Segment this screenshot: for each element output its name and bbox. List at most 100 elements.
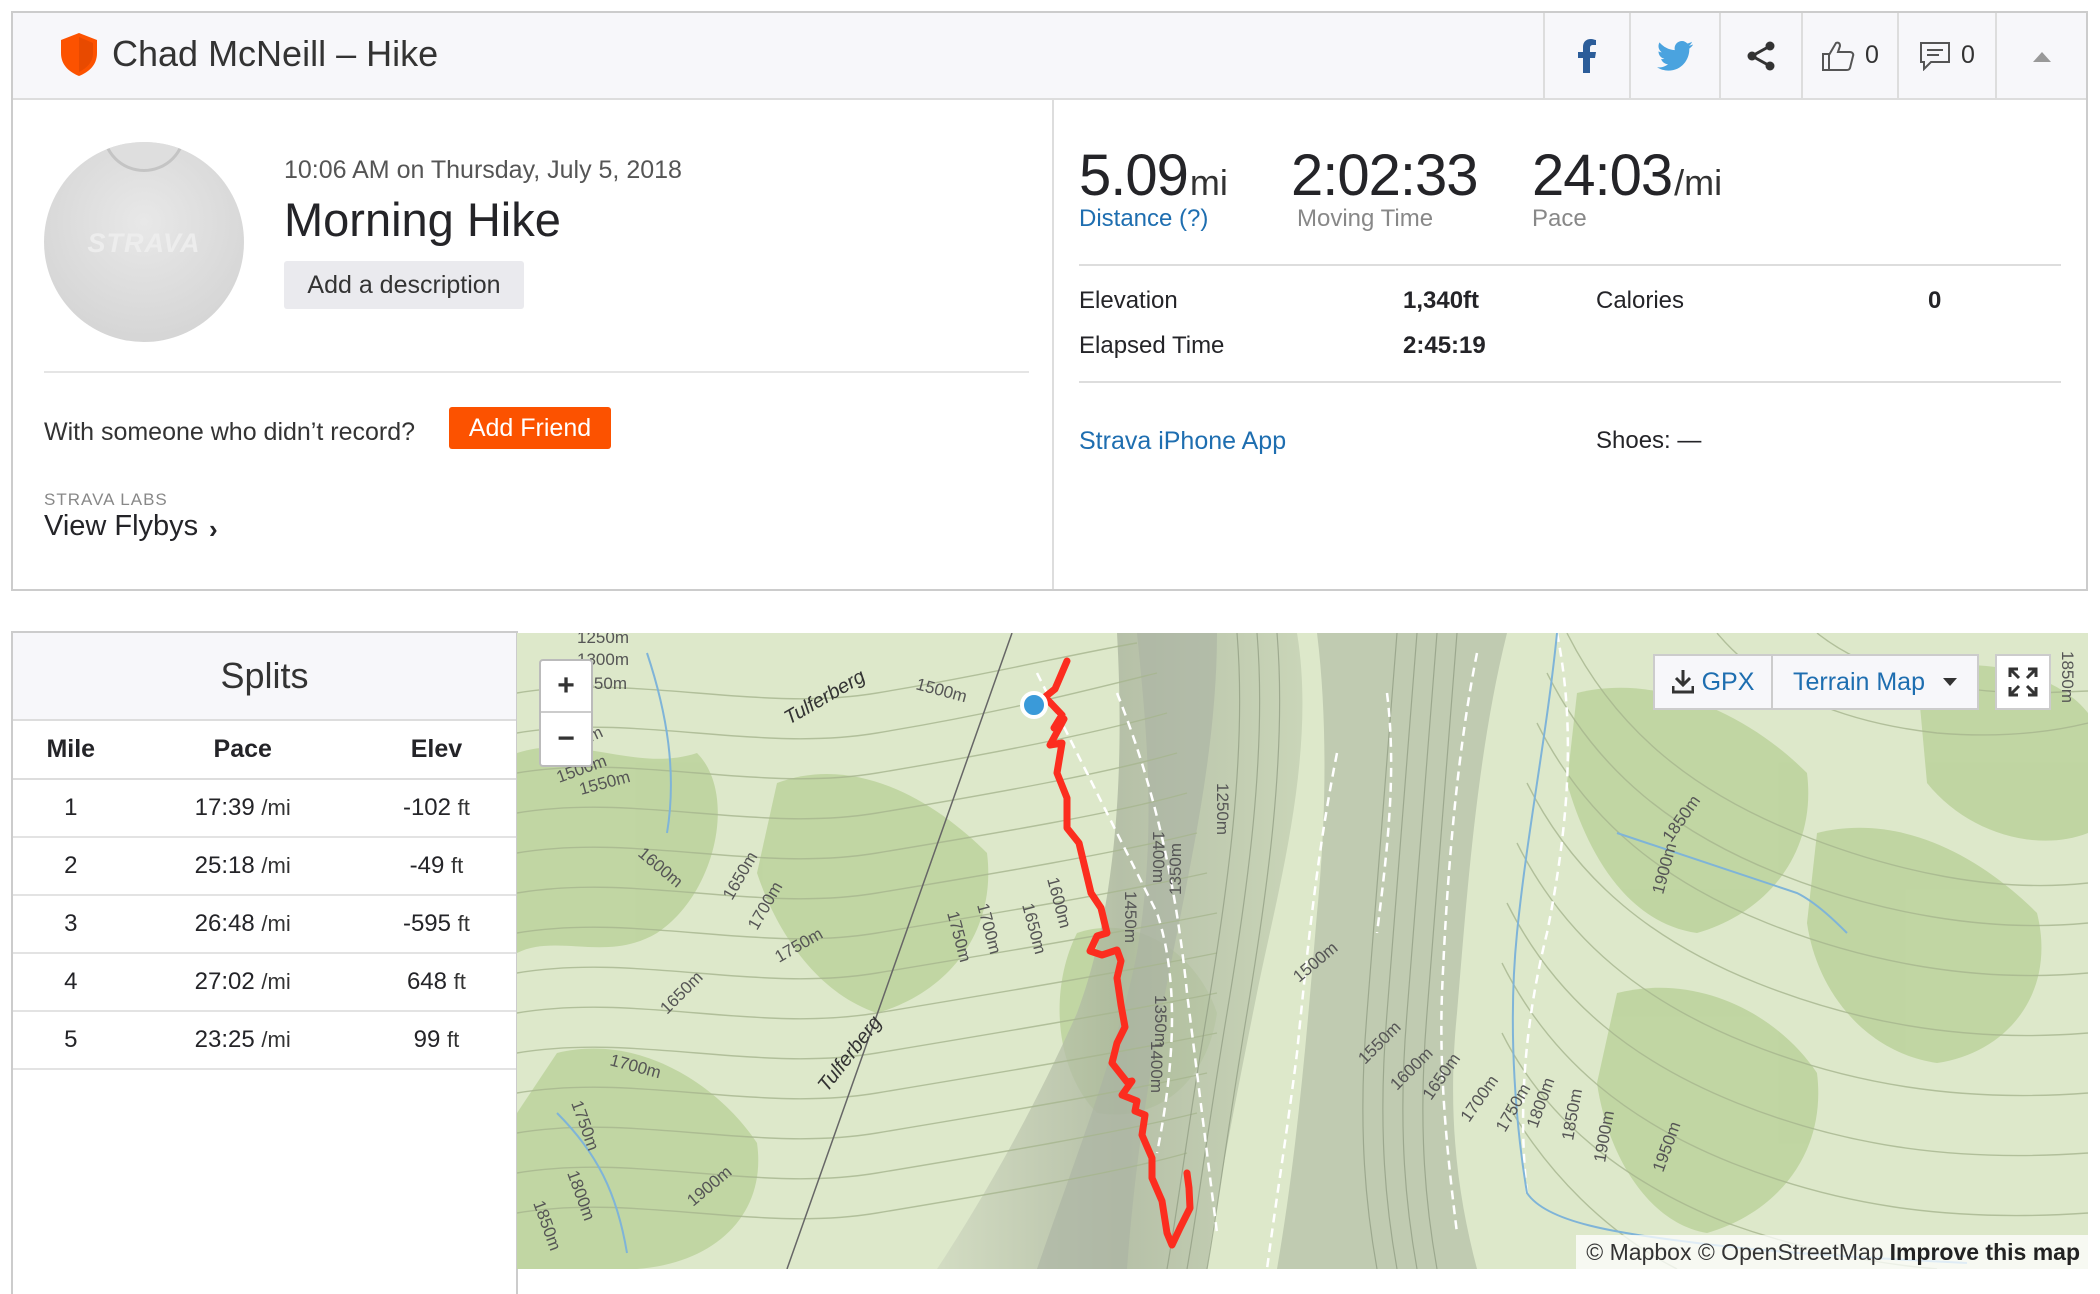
table-row: 4 27:02 /mi 648 ft — [13, 953, 516, 1012]
table-row: 2 25:18 /mi -49 ft — [13, 837, 516, 896]
split-elev: 648 ft — [356, 953, 516, 1012]
table-row: 1 17:39 /mi -102 ft — [13, 779, 516, 838]
split-pace: 27:02 /mi — [128, 953, 357, 1012]
split-pace-value: 25:18 — [194, 852, 255, 879]
elevation-value: 1,340ft — [1403, 287, 1480, 314]
split-elev-value: -102 — [402, 794, 451, 821]
activity-title: Chad McNeill – Hike — [112, 33, 439, 74]
map-attribution: © Mapbox © OpenStreetMap Improve this ma… — [1576, 1235, 2088, 1269]
split-pace-value: 26:48 — [194, 910, 255, 937]
twitter-icon — [1657, 40, 1693, 71]
split-mile: 5 — [13, 1011, 129, 1070]
pace-value: 24:03 — [1532, 143, 1673, 208]
elapsed-time-value: 2:45:19 — [1403, 332, 1486, 359]
route-map[interactable]: Tulferberg Tulferberg 1250m 1300m 1350m … — [517, 633, 2088, 1269]
fullscreen-icon — [2008, 667, 2038, 697]
split-elev-unit: ft — [450, 853, 464, 878]
pace-stat: 24:03/mi Pace — [1532, 142, 1722, 233]
divider — [1079, 381, 2061, 383]
gpx-download-button[interactable]: GPX — [1653, 654, 1773, 710]
split-elev: -102 ft — [356, 779, 516, 838]
split-elev: -49 ft — [356, 837, 516, 896]
comment-icon — [1920, 41, 1951, 71]
split-pace-unit: /mi — [261, 795, 291, 820]
split-mile: 3 — [13, 895, 129, 954]
avatar[interactable]: STRAVA — [44, 142, 244, 342]
distance-unit: mi — [1189, 162, 1228, 203]
device-link[interactable]: Strava iPhone App — [1079, 427, 1286, 456]
column-header-elev: Elev — [356, 721, 516, 780]
fullscreen-button[interactable] — [1995, 654, 2051, 710]
table-row: 5 23:25 /mi 99 ft — [13, 1011, 516, 1070]
activity-summary: STRAVA 10:06 AM on Thursday, July 5, 201… — [13, 100, 1054, 589]
split-elev-value: 648 — [406, 968, 447, 995]
map-label-elevation: 1450m — [1121, 891, 1140, 943]
divider — [1079, 264, 2061, 266]
map-label-elevation: 1850m — [2058, 651, 2077, 703]
splits-table: Mile Pace Elev 1 17:39 /mi -102 ft 2 25:… — [13, 721, 516, 1070]
share-button[interactable] — [1719, 13, 1801, 98]
comments-button[interactable]: 0 — [1897, 13, 1995, 98]
moving-time-stat: 2:02:33 Moving Time — [1291, 142, 1479, 233]
split-mile: 2 — [13, 837, 129, 896]
split-elev-value: -595 — [402, 910, 451, 937]
download-icon — [1671, 670, 1694, 694]
split-pace-unit: /mi — [261, 1027, 291, 1052]
improve-map-link[interactable]: Improve this map — [1890, 1239, 2080, 1266]
map-label-elevation: 1250m — [577, 633, 629, 647]
elapsed-time-label: Elapsed Time — [1079, 332, 1225, 359]
kudos-count: 0 — [1865, 41, 1879, 69]
add-friend-button[interactable]: Add Friend — [449, 407, 611, 449]
view-flybys-link[interactable]: View Flybys — [44, 510, 198, 543]
split-pace-value: 23:25 — [194, 1026, 255, 1053]
with-someone-text: With someone who didn’t record? — [44, 418, 416, 446]
share-icon — [1747, 41, 1775, 70]
zoom-in-button[interactable]: + — [541, 661, 591, 713]
split-pace: 23:25 /mi — [128, 1011, 357, 1070]
chevron-right-icon: › — [209, 514, 218, 544]
add-description-button[interactable]: Add a description — [284, 261, 524, 309]
split-elev-unit: ft — [447, 1027, 460, 1052]
twitter-share-button[interactable] — [1629, 13, 1719, 98]
collapse-button[interactable] — [1995, 13, 2086, 98]
calories-value: 0 — [1928, 287, 1942, 314]
split-elev-unit: ft — [457, 795, 470, 820]
split-pace-value: 17:39 — [194, 794, 255, 821]
start-marker[interactable] — [1020, 691, 1048, 719]
attribution-text[interactable]: © Mapbox © OpenStreetMap — [1586, 1239, 1883, 1266]
avatar-logo-text: STRAVA — [87, 228, 201, 258]
split-elev-unit: ft — [457, 911, 470, 936]
facebook-share-button[interactable] — [1543, 13, 1629, 98]
activity-header: Chad McNeill – Hike 0 0 — [13, 13, 2086, 100]
comments-count: 0 — [1961, 41, 1975, 69]
distance-label[interactable]: Distance (?) — [1079, 205, 1228, 233]
split-elev-value: 99 — [413, 1026, 441, 1053]
kudos-button[interactable]: 0 — [1801, 13, 1897, 98]
divider — [44, 371, 1029, 373]
split-pace: 25:18 /mi — [128, 837, 357, 896]
split-mile: 4 — [13, 953, 129, 1012]
split-pace-unit: /mi — [261, 911, 291, 936]
shield-icon — [61, 33, 97, 76]
splits-panel: Splits Mile Pace Elev 1 17:39 /mi -102 f… — [11, 631, 518, 1294]
elevation-label: Elevation — [1079, 287, 1178, 314]
split-pace-value: 27:02 — [194, 968, 255, 995]
column-header-mile: Mile — [13, 721, 129, 780]
split-elev-value: -49 — [409, 852, 445, 879]
split-pace: 17:39 /mi — [128, 779, 357, 838]
avatar-collar — [102, 142, 186, 172]
gpx-label: GPX — [1701, 667, 1755, 696]
map-type-dropdown[interactable]: Terrain Map — [1773, 654, 1979, 710]
split-elev-unit: ft — [453, 969, 466, 994]
map-label-elevation: 1400m — [1147, 1041, 1166, 1093]
caret-up-icon — [2032, 51, 2051, 62]
activity-date: 10:06 AM on Thursday, July 5, 2018 — [284, 156, 682, 184]
distance-stat: 5.09mi Distance (?) — [1079, 142, 1228, 233]
split-pace: 26:48 /mi — [128, 895, 357, 954]
splits-header-row: Mile Pace Elev — [13, 721, 516, 780]
zoom-out-button[interactable]: − — [541, 713, 591, 765]
table-row: 3 26:48 /mi -595 ft — [13, 895, 516, 954]
map-label-elevation: 1350m — [1166, 843, 1185, 895]
split-mile: 1 — [13, 779, 129, 838]
split-pace-unit: /mi — [261, 853, 291, 878]
